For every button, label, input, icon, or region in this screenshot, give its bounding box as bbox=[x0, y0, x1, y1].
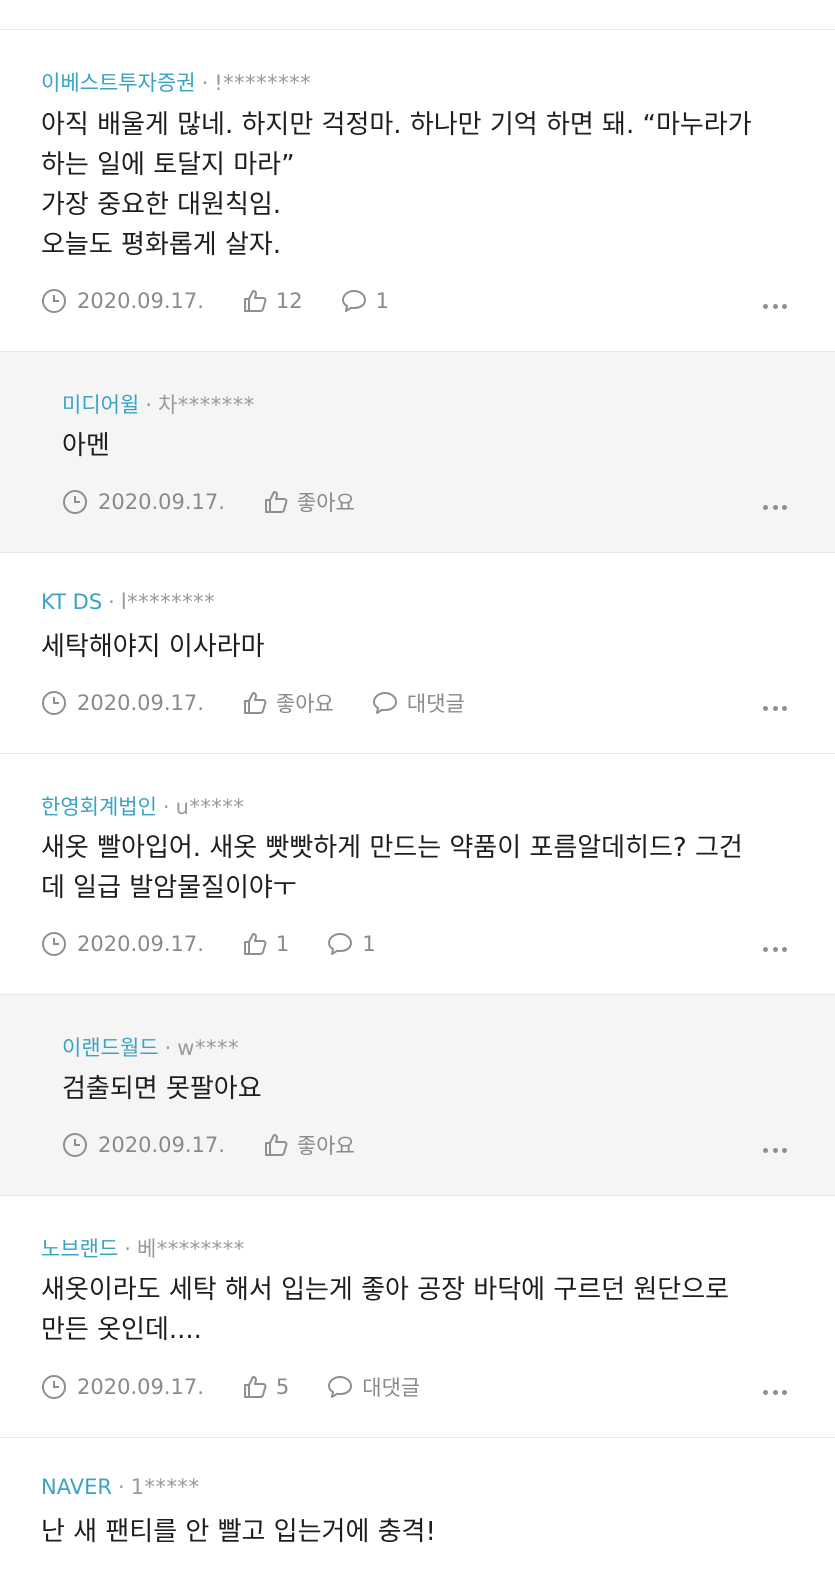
comment-item: 한영회계법인 · u***** 새옷 빨아입어. 새옷 빳빳하게 만드는 약품이 포… bbox=[0, 754, 835, 995]
reply-count[interactable]: 1 bbox=[376, 289, 389, 313]
like-count[interactable]: 1 bbox=[276, 932, 289, 956]
comment-header: KT DS · l******** bbox=[41, 590, 215, 614]
like-count[interactable]: 5 bbox=[276, 1375, 289, 1399]
comment-user-id: 1***** bbox=[130, 1475, 200, 1499]
like-button-label[interactable]: 좋아요 bbox=[297, 1130, 355, 1160]
comment-author[interactable]: NAVER bbox=[41, 1475, 112, 1499]
comment-user-id: 베******** bbox=[136, 1237, 245, 1261]
comment-header: 노브랜드 · 베******** bbox=[41, 1233, 245, 1263]
comment-author[interactable]: 한영회계법인 bbox=[41, 795, 157, 819]
comment-date: 2020.09.17. bbox=[77, 289, 204, 313]
more-dots-icon[interactable] bbox=[763, 946, 787, 952]
more-dots-icon[interactable] bbox=[763, 303, 787, 309]
comment-text: 난 새 팬티를 안 빨고 입는거에 충격! bbox=[41, 1517, 436, 1547]
thumbs-up-icon[interactable] bbox=[242, 931, 268, 957]
comment-header: NAVER · 1***** bbox=[41, 1475, 200, 1499]
thumbs-up-icon[interactable] bbox=[242, 288, 268, 314]
like-count[interactable]: 12 bbox=[276, 289, 303, 313]
clock-icon bbox=[41, 690, 67, 716]
comment-user-id: w**** bbox=[177, 1036, 239, 1060]
speech-bubble-icon[interactable] bbox=[327, 1374, 353, 1400]
separator-dot: · bbox=[164, 1036, 172, 1060]
like-button-label[interactable]: 좋아요 bbox=[276, 688, 334, 718]
comment-date: 2020.09.17. bbox=[77, 1375, 204, 1399]
comment-text: 아직 배울게 많네. 하지만 걱정마. 하나만 기억 하면 돼. “마누라가 하… bbox=[41, 110, 752, 260]
comment-author[interactable]: 미디어윌 bbox=[62, 393, 139, 417]
comment-user-id: u***** bbox=[175, 795, 245, 819]
separator-dot: · bbox=[201, 71, 209, 95]
thumbs-up-icon[interactable] bbox=[242, 1374, 268, 1400]
reply-count[interactable]: 1 bbox=[362, 932, 375, 956]
more-dots-icon[interactable] bbox=[763, 504, 787, 510]
comment-date: 2020.09.17. bbox=[77, 932, 204, 956]
comment-meta: 2020.09.17. 좋아요 bbox=[62, 1129, 355, 1161]
comment-author[interactable]: 이랜드월드 bbox=[62, 1036, 159, 1060]
speech-bubble-icon[interactable] bbox=[341, 288, 367, 314]
comment-header: 이베스트투자증권 · !******** bbox=[41, 67, 311, 97]
separator-dot: · bbox=[117, 1475, 125, 1499]
top-spacer bbox=[0, 0, 835, 30]
comment-author[interactable]: 이베스트투자증권 bbox=[41, 71, 196, 95]
clock-icon bbox=[41, 288, 67, 314]
comment-header: 미디어윌 · 차******* bbox=[62, 389, 255, 419]
comment-text: 새옷이라도 세탁 해서 입는게 좋아 공장 바닥에 구르던 원단으로 만든 옷인… bbox=[41, 1275, 730, 1345]
comment-date: 2020.09.17. bbox=[98, 1133, 225, 1157]
comment-meta: 2020.09.17. 좋아요 대댓글 bbox=[41, 687, 465, 719]
clock-icon bbox=[41, 931, 67, 957]
separator-dot: · bbox=[145, 393, 152, 417]
thumbs-up-icon[interactable] bbox=[263, 1132, 289, 1158]
thumbs-up-icon[interactable] bbox=[263, 489, 289, 515]
comment-item: NAVER · 1***** 난 새 팬티를 안 빨고 입는거에 충격! bbox=[0, 1438, 835, 1571]
more-dots-icon[interactable] bbox=[763, 1389, 787, 1395]
comment-item: KT DS · l******** 세탁해야지 이사라마 2020.09.17. 좋… bbox=[0, 553, 835, 754]
comment-reply-item: 미디어윌 · 차******* 아멘 2020.09.17. 좋아요 bbox=[0, 352, 835, 553]
comment-meta: 2020.09.17. 좋아요 bbox=[62, 486, 355, 518]
clock-icon bbox=[62, 1132, 88, 1158]
comment-header: 이랜드월드 · w**** bbox=[62, 1032, 239, 1062]
comment-text: 검출되면 못팔아요 bbox=[62, 1074, 262, 1104]
separator-dot: · bbox=[108, 590, 115, 614]
comment-reply-item: 이랜드월드 · w**** 검출되면 못팔아요 2020.09.17. 좋아요 bbox=[0, 995, 835, 1196]
like-button-label[interactable]: 좋아요 bbox=[297, 487, 355, 517]
clock-icon bbox=[41, 1374, 67, 1400]
comment-date: 2020.09.17. bbox=[77, 691, 204, 715]
comment-user-id: l******** bbox=[120, 590, 216, 614]
comment-user-id: 차******* bbox=[157, 393, 255, 417]
comment-author[interactable]: KT DS bbox=[41, 590, 102, 614]
speech-bubble-icon[interactable] bbox=[372, 690, 398, 716]
separator-dot: · bbox=[124, 1237, 131, 1261]
comment-meta: 2020.09.17. 1 1 bbox=[41, 928, 376, 960]
comment-meta: 2020.09.17. 5 대댓글 bbox=[41, 1371, 420, 1403]
reply-button-label[interactable]: 대댓글 bbox=[362, 1372, 420, 1402]
comment-date: 2020.09.17. bbox=[98, 490, 225, 514]
comment-author[interactable]: 노브랜드 bbox=[41, 1237, 118, 1261]
speech-bubble-icon[interactable] bbox=[327, 931, 353, 957]
more-dots-icon[interactable] bbox=[763, 1147, 787, 1153]
comment-header: 한영회계법인 · u***** bbox=[41, 791, 244, 821]
separator-dot: · bbox=[162, 795, 170, 819]
comment-text: 새옷 빨아입어. 새옷 빳빳하게 만드는 약품이 포름알데히드? 그건 데 일급… bbox=[41, 833, 743, 903]
comment-text: 세탁해야지 이사라마 bbox=[41, 632, 265, 662]
comment-user-id: !******** bbox=[214, 71, 312, 95]
comment-item: 이베스트투자증권 · !******** 아직 배울게 많네. 하지만 걱정마. 하… bbox=[0, 30, 835, 352]
comment-item: 노브랜드 · 베******** 새옷이라도 세탁 해서 입는게 좋아 공장 바닥에… bbox=[0, 1196, 835, 1438]
comment-meta: 2020.09.17. 12 1 bbox=[41, 285, 389, 317]
more-dots-icon[interactable] bbox=[763, 705, 787, 711]
comment-text: 아멘 bbox=[62, 431, 110, 461]
reply-button-label[interactable]: 대댓글 bbox=[407, 688, 465, 718]
thumbs-up-icon[interactable] bbox=[242, 690, 268, 716]
clock-icon bbox=[62, 489, 88, 515]
